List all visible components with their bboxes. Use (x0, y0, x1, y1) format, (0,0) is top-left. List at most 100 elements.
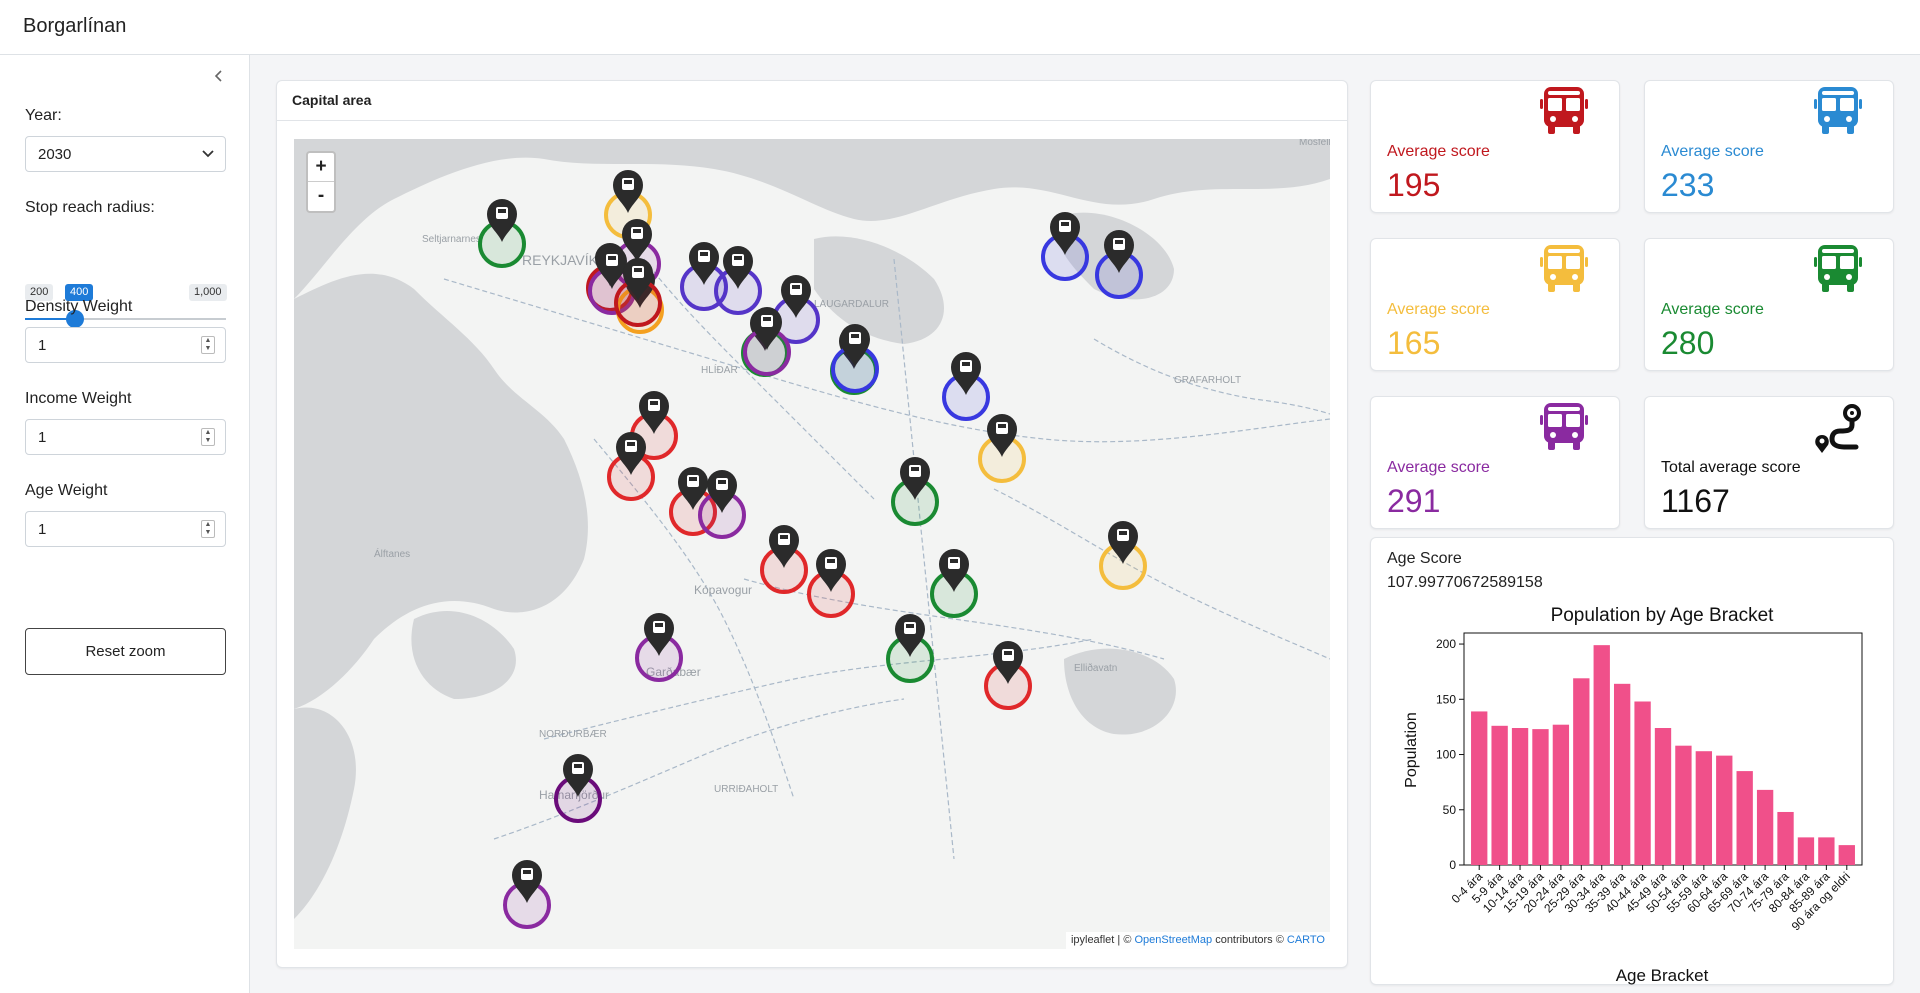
kpi-label: Average score (1387, 459, 1490, 476)
bus-icon (1814, 245, 1862, 292)
income-weight-label: Income Weight (25, 390, 132, 407)
reset-zoom-button[interactable]: Reset zoom (25, 628, 226, 675)
sidebar: Year: 2030 Stop reach radius: 200 400 1,… (0, 55, 250, 993)
age-bracket-chart: Population by Age Bracket Age Bracket Po… (1403, 605, 1863, 985)
age-weight-spinner[interactable]: ▲ ▼ (201, 520, 215, 538)
bar (1695, 751, 1713, 865)
place-label: HLÍÐAR (701, 363, 738, 376)
bar (1532, 729, 1549, 865)
income-weight-value: 1 (38, 429, 47, 446)
top-bar: Borgarlínan (0, 0, 1920, 55)
kpi-label: Average score (1661, 301, 1764, 318)
radius-max-tag: 1,000 (189, 284, 227, 301)
map-card: Capital area Seltjarnarnes REYKJAVÍK Gar… (276, 80, 1348, 968)
kpi-value: 291 (1387, 483, 1441, 519)
age-weight-value: 1 (38, 521, 47, 538)
bar (1573, 678, 1590, 865)
y-tick-label: 150 (1436, 692, 1456, 706)
place-label: REYKJAVÍK (522, 252, 599, 268)
bar (1818, 837, 1835, 865)
place-label: Kópavogur (694, 583, 752, 597)
chart-x-axis-label: Age Bracket (1616, 966, 1709, 985)
radius-label: Stop reach radius: (25, 199, 155, 216)
age-score-card: Age Score 107.99770672589158 Population … (1370, 537, 1894, 985)
bus-icon (1540, 403, 1588, 450)
bar (1552, 724, 1570, 865)
openstreetmap-link[interactable]: OpenStreetMap (1134, 934, 1212, 946)
bar (1797, 837, 1815, 865)
chevron-left-icon (214, 70, 222, 82)
carto-link[interactable]: CARTO (1287, 934, 1325, 946)
bar (1634, 701, 1651, 865)
bar (1756, 789, 1774, 865)
bar (1777, 811, 1794, 865)
y-tick-label: 100 (1436, 748, 1456, 762)
bar (1613, 683, 1631, 865)
radius-slider[interactable] (25, 310, 226, 328)
y-tick-label: 50 (1443, 803, 1457, 817)
density-weight-label: Density Weight (25, 298, 133, 315)
year-label: Year: (25, 107, 62, 124)
bar (1471, 711, 1488, 865)
map-canvas[interactable]: Seltjarnarnes REYKJAVÍK Garðabær Hafnarf… (294, 139, 1330, 949)
density-weight-spinner[interactable]: ▲ ▼ (201, 336, 215, 354)
chart-title: Population by Age Bracket (1551, 605, 1775, 626)
age-weight-label: Age Weight (25, 482, 108, 499)
map-card-title: Capital area (277, 81, 1347, 121)
y-tick-label: 0 (1449, 858, 1456, 872)
attribution-middle: contributors © (1212, 934, 1287, 946)
route-icon (1815, 404, 1861, 453)
place-label: LAUGARDALUR (814, 299, 889, 310)
kpi-label: Average score (1387, 301, 1490, 318)
bar (1491, 725, 1508, 865)
kpi-value: 1167 (1661, 483, 1730, 519)
attribution-prefix: ipyleaflet | © (1070, 934, 1135, 946)
kpi-label: Average score (1661, 143, 1764, 160)
zoom-control: + - (306, 151, 336, 213)
zoom-in-button[interactable]: + (308, 153, 334, 182)
chevron-down-icon (202, 150, 214, 158)
bus-icon (1540, 87, 1588, 134)
place-label: Seltjarnarnes (422, 234, 481, 245)
map-view[interactable]: Seltjarnarnes REYKJAVÍK Garðabær Hafnarf… (294, 139, 1330, 949)
kpi-value: 195 (1387, 167, 1441, 203)
zoom-out-button[interactable]: - (308, 182, 334, 211)
bar (1511, 728, 1529, 865)
kpi-card-green: Average score 280 (1644, 238, 1894, 371)
collapse-sidebar-button[interactable] (208, 65, 230, 87)
kpi-card-red: Average score 195 (1370, 80, 1620, 213)
year-select-value: 2030 (38, 146, 72, 163)
bar (1716, 755, 1733, 865)
place-label: Álftanes (374, 547, 410, 560)
place-label: NORÐURBÆR (539, 729, 607, 740)
kpi-card-total: Total average score 1167 (1644, 396, 1894, 529)
place-label: URRIÐAHOLT (714, 784, 778, 795)
bus-icon (1540, 245, 1588, 292)
age-weight-input[interactable]: 1 ▲ ▼ (25, 511, 226, 547)
kpi-card-purple: Average score 291 (1370, 396, 1620, 529)
year-select[interactable]: 2030 (25, 136, 226, 172)
place-label: Elliðavatn (1074, 662, 1117, 674)
density-weight-value: 1 (38, 337, 47, 354)
bar (1736, 771, 1753, 865)
density-weight-input[interactable]: 1 ▲ ▼ (25, 327, 226, 363)
bar (1593, 645, 1610, 865)
kpi-value: 280 (1661, 325, 1715, 361)
bar (1654, 728, 1672, 865)
income-weight-spinner[interactable]: ▲ ▼ (201, 428, 215, 446)
income-weight-input[interactable]: 1 ▲ ▼ (25, 419, 226, 455)
bar (1675, 745, 1692, 865)
map-attribution: ipyleaflet | © OpenStreetMap contributor… (1065, 932, 1330, 949)
kpi-value: 233 (1661, 167, 1715, 203)
age-score-label: Age Score (1387, 550, 1462, 567)
kpi-card-yellow: Average score 165 (1370, 238, 1620, 371)
y-tick-label: 200 (1436, 637, 1456, 651)
chart-y-axis-label: Population (1403, 712, 1420, 788)
bar (1838, 845, 1855, 865)
app-title: Borgarlínan (23, 15, 127, 37)
kpi-label: Total average score (1661, 459, 1801, 476)
age-score-value: 107.99770672589158 (1387, 574, 1543, 591)
place-label: GRAFARHOLT (1174, 375, 1241, 386)
kpi-value: 165 (1387, 325, 1441, 361)
bus-icon (1814, 87, 1862, 134)
